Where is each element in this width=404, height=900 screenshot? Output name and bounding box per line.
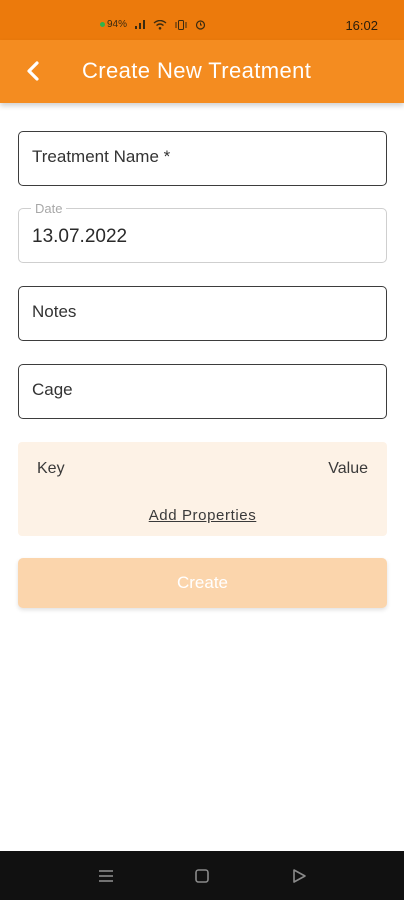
menu-icon[interactable]: [97, 867, 115, 885]
battery-indicator: 94%: [100, 19, 127, 30]
alarm-icon: [195, 20, 206, 30]
chevron-left-icon: [27, 61, 39, 81]
wifi-icon: [153, 19, 167, 30]
notes-placeholder: Notes: [32, 302, 77, 321]
status-time: 16:02: [345, 18, 378, 33]
properties-panel: Key Value Add Properties: [18, 442, 387, 536]
back-triangle-icon[interactable]: [290, 867, 308, 885]
battery-percent: 94%: [107, 19, 128, 30]
home-square-icon[interactable]: [193, 867, 211, 885]
page-title: Create New Treatment: [82, 58, 312, 83]
battery-dot-icon: [100, 22, 105, 27]
properties-value-header: Value: [328, 460, 368, 477]
status-icons: 94%: [100, 19, 206, 30]
cage-placeholder: Cage: [32, 380, 73, 399]
vibrate-icon: [175, 19, 187, 30]
properties-key-header: Key: [37, 460, 65, 477]
treatment-name-field[interactable]: Treatment Name *: [18, 131, 387, 186]
signal-icon: [135, 20, 146, 29]
treatment-name-placeholder: Treatment Name *: [32, 147, 171, 166]
back-button[interactable]: [20, 58, 46, 84]
add-properties-link[interactable]: Add Properties: [18, 507, 387, 524]
date-field[interactable]: Date 13.07.2022: [18, 201, 387, 263]
cage-field[interactable]: Cage: [18, 364, 387, 419]
create-button[interactable]: Create: [18, 558, 387, 608]
notes-field[interactable]: Notes: [18, 286, 387, 341]
date-label: Date: [31, 201, 67, 216]
app-bar: Create New Treatment: [0, 40, 404, 103]
status-bar: 94% 16:02: [0, 0, 404, 40]
system-nav-bar: [0, 851, 404, 900]
date-value: 13.07.2022: [32, 226, 128, 247]
